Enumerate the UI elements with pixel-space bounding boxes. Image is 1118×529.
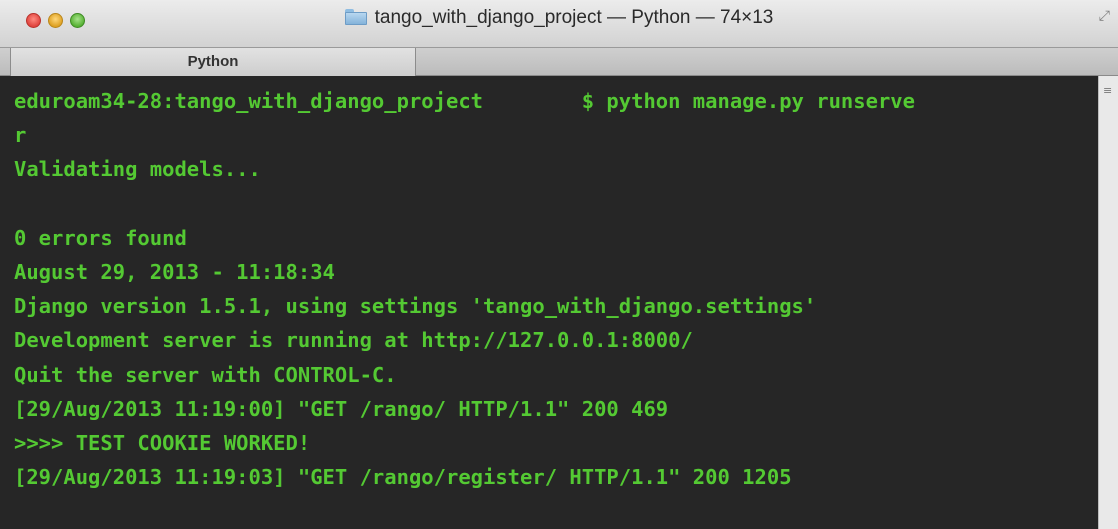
- terminal-line: Validating models...: [14, 157, 261, 182]
- tab-label: Python: [187, 53, 239, 70]
- fullscreen-icon[interactable]: ⤢: [1099, 8, 1110, 24]
- terminal-line: Development server is running at http://…: [14, 328, 693, 353]
- terminal-line: [29/Aug/2013 11:19:03] "GET /rango/regis…: [14, 465, 792, 490]
- terminal-line: Django version 1.5.1, using settings 'ta…: [14, 294, 817, 319]
- folder-icon: [344, 9, 367, 25]
- window-title-text: tango_with_django_project — Python — 74×…: [374, 7, 774, 28]
- terminal-line: [29/Aug/2013 11:19:00] "GET /rango/ HTTP…: [14, 396, 669, 421]
- terminal-line: >>>> TEST COOKIE WORKED!: [14, 430, 311, 455]
- terminal-line: August 29, 2013 - 11:18:34: [14, 259, 335, 284]
- terminal-line: 0 errors found: [14, 225, 187, 250]
- tab-python[interactable]: Python: [10, 48, 416, 76]
- terminal-line: r: [14, 123, 27, 148]
- title-bar[interactable]: tango_with_django_project — Python — 74×…: [0, 0, 1118, 48]
- terminal-window: tango_with_django_project — Python — 74×…: [0, 0, 1118, 529]
- vertical-scrollbar[interactable]: ≡: [1098, 76, 1118, 529]
- terminal-line: Quit the server with CONTROL-C.: [14, 362, 397, 387]
- terminal-output[interactable]: eduroam34-28:tango_with_django_project $…: [0, 76, 1098, 529]
- scroll-indicator-icon: ≡: [1103, 84, 1113, 97]
- tab-bar: Python: [0, 48, 1118, 76]
- window-title: tango_with_django_project — Python — 74×…: [0, 0, 1118, 36]
- terminal-line: eduroam34-28:tango_with_django_project $…: [14, 89, 915, 113]
